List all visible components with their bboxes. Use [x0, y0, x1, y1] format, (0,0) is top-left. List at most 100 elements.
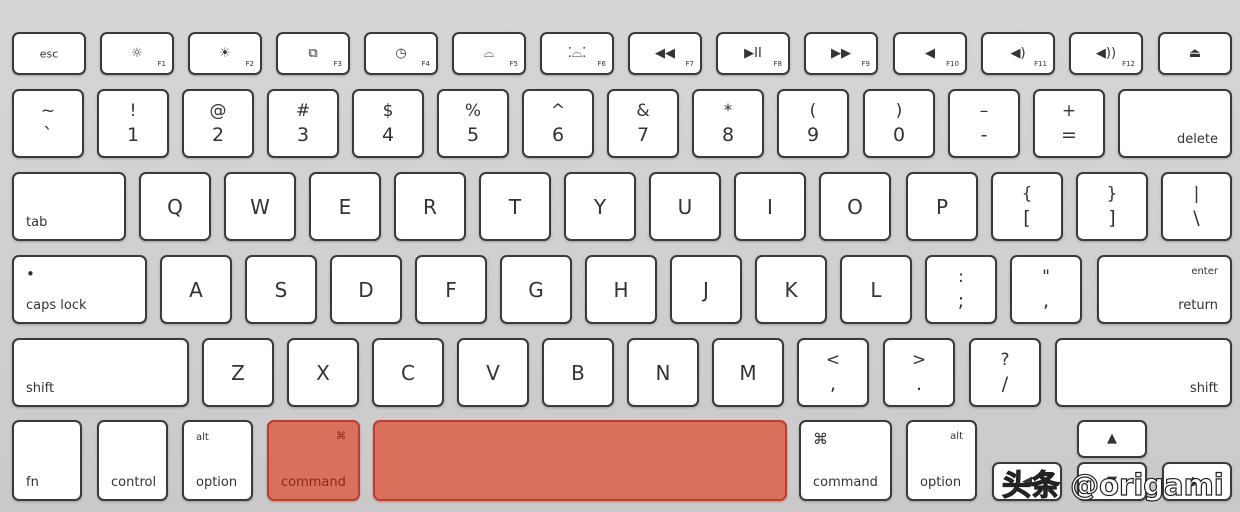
key-label: W — [250, 194, 270, 219]
key-f7[interactable]: ◀◀ F7 — [628, 32, 702, 75]
key-j[interactable]: J — [670, 255, 742, 324]
key-key[interactable]: {[ — [991, 172, 1063, 241]
key-a[interactable]: A — [160, 255, 232, 324]
key-l[interactable]: L — [840, 255, 912, 324]
key-caps-lock[interactable]: caps lock • — [12, 255, 147, 324]
key-eject-icon[interactable]: ⏏ — [1158, 32, 1232, 75]
key-i[interactable]: I — [734, 172, 806, 241]
key-arrow-up-icon[interactable]: ▲ — [1077, 420, 1147, 458]
key-label: T — [508, 194, 522, 219]
key-label: H — [613, 277, 629, 302]
key-f9[interactable]: ▶▶ F9 — [804, 32, 878, 75]
key-f11[interactable]: ◀) F11 — [981, 32, 1055, 75]
key-u[interactable]: U — [649, 172, 721, 241]
key-f6[interactable]: ⁚⌓⁚ F6 — [540, 32, 614, 75]
play-pause-icon: ▶II — [744, 45, 762, 61]
key-key[interactable]: $4 — [352, 89, 424, 158]
key-key[interactable]: #3 — [267, 89, 339, 158]
key-shift-label: < — [825, 350, 841, 370]
key-key[interactable]: @2 — [182, 89, 254, 158]
key-c[interactable]: C — [372, 338, 444, 407]
key-o[interactable]: O — [819, 172, 891, 241]
key-shift[interactable]: shift — [1055, 338, 1232, 407]
key-key[interactable]: <, — [797, 338, 869, 407]
dashboard-icon: ◷ — [395, 45, 407, 61]
key-key[interactable]: >. — [883, 338, 955, 407]
key-f8[interactable]: ▶II F8 — [716, 32, 790, 75]
key-key[interactable]: % 5 — [437, 89, 509, 158]
key-z[interactable]: Z — [202, 338, 274, 407]
key-r[interactable]: R — [394, 172, 466, 241]
key-key[interactable]: ) 0 — [863, 89, 935, 158]
key-f2[interactable]: ☀ F2 — [188, 32, 262, 75]
key-command[interactable]: command ⌘ — [267, 420, 360, 501]
key-key[interactable]: ! 1 — [97, 89, 169, 158]
key-return[interactable]: return enter — [1097, 255, 1232, 324]
key-fn[interactable]: fn — [12, 420, 82, 501]
key-key[interactable]: }] — [1076, 172, 1148, 241]
command-icon: ⌘ — [813, 430, 828, 448]
key-b[interactable]: B — [542, 338, 614, 407]
key-key[interactable]: ? / — [969, 338, 1041, 407]
key-shift-label: " — [1042, 267, 1050, 287]
key-f12[interactable]: ◀)) F12 — [1069, 32, 1143, 75]
key-label: B — [571, 360, 585, 385]
key-key[interactable]: ", — [1010, 255, 1082, 324]
key-label: L — [870, 277, 882, 302]
key-key[interactable]: | \ — [1161, 172, 1232, 241]
key-key[interactable]: + = — [1033, 89, 1105, 158]
key-f[interactable]: F — [415, 255, 487, 324]
key-label: shift — [1189, 381, 1218, 396]
key-k[interactable]: K — [755, 255, 827, 324]
key-key[interactable]: :; — [925, 255, 997, 324]
key-shift-label: @ — [209, 101, 227, 121]
expose-icon: ⧉ — [308, 45, 318, 61]
key-alt-label: enter — [1191, 266, 1218, 277]
key-d[interactable]: D — [330, 255, 402, 324]
key-f4[interactable]: ◷ F4 — [364, 32, 438, 75]
key-command[interactable]: command ⌘ — [799, 420, 892, 501]
key-n[interactable]: N — [627, 338, 699, 407]
key-option[interactable]: option alt — [182, 420, 253, 501]
key-key[interactable]: ~ ` — [12, 89, 84, 158]
key-key[interactable]: – - — [948, 89, 1020, 158]
key-label: S — [274, 277, 288, 302]
key-f3[interactable]: ⧉ F3 — [276, 32, 350, 75]
key-label: \ — [1193, 207, 1200, 229]
key-g[interactable]: G — [500, 255, 572, 324]
key-e[interactable]: E — [309, 172, 381, 241]
key-label: C — [401, 360, 415, 385]
key-f1[interactable]: ☼ F1 — [100, 32, 174, 75]
key-y[interactable]: Y — [564, 172, 636, 241]
key-shift-label: ? — [1000, 350, 1010, 370]
key-esc[interactable]: esc — [12, 32, 86, 75]
key-key[interactable]: ^ 6 — [522, 89, 594, 158]
key-key[interactable]: & 7 — [607, 89, 679, 158]
fn-label: F4 — [421, 60, 430, 68]
key-option[interactable]: option alt — [906, 420, 977, 501]
key-delete[interactable]: delete — [1118, 89, 1232, 158]
key-t[interactable]: T — [479, 172, 551, 241]
fn-label: F7 — [685, 60, 694, 68]
key-label: R — [423, 194, 437, 219]
space-key[interactable] — [373, 420, 787, 501]
key-key[interactable]: * 8 — [692, 89, 764, 158]
key-m[interactable]: M — [712, 338, 784, 407]
key-label: 8 — [721, 124, 735, 146]
key-key[interactable]: (9 — [777, 89, 849, 158]
key-control[interactable]: control — [97, 420, 168, 501]
key-p[interactable]: P — [906, 172, 978, 241]
key-q[interactable]: Q — [139, 172, 211, 241]
key-x[interactable]: X — [287, 338, 359, 407]
key-shift[interactable]: shift — [12, 338, 189, 407]
key-v[interactable]: V — [457, 338, 529, 407]
key-s[interactable]: S — [245, 255, 317, 324]
key-f10[interactable]: ◀ F10 — [893, 32, 967, 75]
key-tab[interactable]: tab — [12, 172, 126, 241]
key-label: fn — [26, 475, 39, 490]
key-label: control — [111, 475, 157, 490]
key-label: / — [1001, 373, 1009, 395]
key-w[interactable]: W — [224, 172, 296, 241]
key-h[interactable]: H — [585, 255, 657, 324]
key-f5[interactable]: ⌓ F5 — [452, 32, 526, 75]
